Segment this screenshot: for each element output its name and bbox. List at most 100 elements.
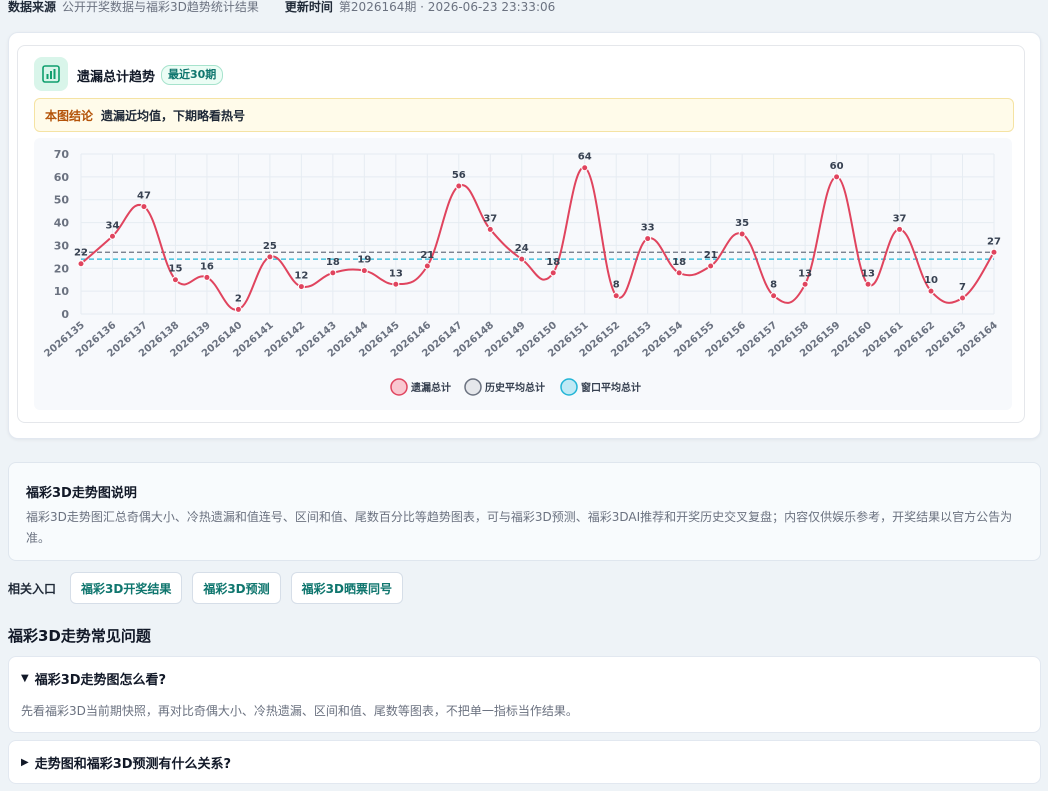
y-tick-label: 10 <box>54 285 70 298</box>
update-value: 第2026164期 · 2026-06-23 23:33:06 <box>338 0 556 14</box>
data-label: 64 <box>578 152 592 163</box>
data-point <box>896 225 904 233</box>
data-point <box>234 305 242 313</box>
data-label: 19 <box>357 255 371 266</box>
conclusion-banner: 本图结论 遗漏近均值，下期略看热号 <box>34 98 1014 132</box>
collapsed-arrow-icon: ▶ <box>21 757 29 768</box>
data-point <box>329 269 337 277</box>
expanded-arrow-icon: ▼ <box>21 673 29 684</box>
update-label: 更新时间 <box>284 0 333 14</box>
data-label: 35 <box>735 218 749 229</box>
y-tick-label: 0 <box>61 308 69 321</box>
data-label: 37 <box>483 213 497 224</box>
data-point <box>518 255 526 263</box>
y-tick-label: 50 <box>54 194 70 207</box>
y-tick-label: 70 <box>54 148 70 161</box>
y-tick-label: 20 <box>54 262 70 275</box>
data-point <box>297 283 305 291</box>
period-badge: 最近30期 <box>161 65 224 85</box>
data-label: 15 <box>168 264 182 275</box>
data-label: 2 <box>235 293 242 304</box>
data-point <box>738 230 746 238</box>
link-shared-tickets[interactable]: 福彩3D晒票同号 <box>290 572 403 604</box>
y-tick-label: 30 <box>54 239 70 252</box>
data-point <box>549 269 557 277</box>
faq-item: ▶ 走势图和福彩3D预测有什么关系? <box>8 740 1041 784</box>
data-label: 16 <box>200 261 214 272</box>
data-label: 34 <box>106 220 120 231</box>
data-label: 56 <box>452 170 466 181</box>
data-label: 18 <box>672 257 686 268</box>
data-label: 24 <box>515 243 529 254</box>
data-point <box>864 280 872 288</box>
related-label: 相关入口 <box>8 581 57 596</box>
data-label: 18 <box>546 257 560 268</box>
conclusion-label: 本图结论 <box>45 108 94 123</box>
data-point <box>707 262 715 270</box>
legend-swatch <box>464 378 482 396</box>
data-label: 13 <box>861 268 875 279</box>
data-point <box>392 280 400 288</box>
link-prediction[interactable]: 福彩3D预测 <box>192 572 281 604</box>
data-point <box>171 276 179 284</box>
data-point <box>675 269 683 277</box>
legend-label: 遗漏总计 <box>410 381 451 394</box>
legend-label: 窗口平均总计 <box>581 381 641 394</box>
data-point <box>423 262 431 270</box>
data-label: 8 <box>613 280 620 291</box>
y-tick-label: 40 <box>54 217 70 230</box>
faq-question-text: 走势图和福彩3D预测有什么关系? <box>34 757 232 772</box>
data-label: 33 <box>641 223 655 234</box>
data-point <box>455 182 463 190</box>
data-label: 8 <box>770 280 777 291</box>
data-label: 27 <box>987 236 1001 247</box>
faq-question-text: 福彩3D走势图怎么看? <box>34 673 167 688</box>
data-label: 60 <box>830 161 844 172</box>
y-tick-label: 60 <box>54 171 70 184</box>
data-point <box>203 273 211 281</box>
legend-swatch <box>560 378 578 396</box>
faq-answer: 先看福彩3D当前期快照，再对比奇偶大小、冷热遗漏、区间和值、尾数等图表，不把单一… <box>21 704 578 718</box>
related-links: 相关入口 福彩3D开奖结果 福彩3D预测 福彩3D晒票同号 <box>8 572 403 604</box>
data-label: 10 <box>924 275 938 286</box>
legend-swatch <box>390 378 408 396</box>
data-point <box>486 225 494 233</box>
conclusion-text: 遗漏近均值，下期略看热号 <box>101 108 246 123</box>
link-results[interactable]: 福彩3D开奖结果 <box>70 572 183 604</box>
data-label: 12 <box>294 271 308 282</box>
description-title: 福彩3D走势图说明 <box>26 486 137 501</box>
data-point <box>927 287 935 295</box>
meta-bar: 数据来源 公开开奖数据与福彩3D趋势统计结果 更新时间 第2026164期 · … <box>8 0 555 14</box>
data-label: 22 <box>74 248 88 259</box>
data-point <box>77 260 85 268</box>
data-label: 7 <box>959 282 966 293</box>
chart-title: 遗漏总计趋势 <box>77 70 156 85</box>
chart-area: 0 10 20 30 40 50 60 70 2026135 2026136 2026137 2026… <box>34 138 1012 410</box>
data-label: 47 <box>137 191 151 202</box>
data-point <box>644 235 652 243</box>
line-chart: 0102030405060702026135202613620261372026… <box>43 148 1001 396</box>
data-point <box>990 248 998 256</box>
data-point <box>581 164 589 172</box>
legend-label: 历史平均总计 <box>485 381 545 394</box>
data-label: 25 <box>263 241 277 252</box>
data-point <box>801 280 809 288</box>
data-label: 18 <box>326 257 340 268</box>
data-point <box>959 294 967 302</box>
data-point <box>770 292 778 300</box>
data-label: 13 <box>389 268 403 279</box>
faq-question[interactable]: ▶ 走势图和福彩3D预测有什么关系? <box>21 753 231 772</box>
data-label: 21 <box>420 250 434 261</box>
data-label: 13 <box>798 268 812 279</box>
data-label: 37 <box>893 213 907 224</box>
data-label: 21 <box>704 250 718 261</box>
faq-heading: 福彩3D走势常见问题 <box>8 627 151 645</box>
data-point <box>612 292 620 300</box>
data-point <box>266 253 274 261</box>
faq-question[interactable]: ▼ 福彩3D走势图怎么看? <box>21 669 166 688</box>
data-point <box>108 232 116 240</box>
faq-item: ▼ 福彩3D走势图怎么看? 先看福彩3D当前期快照，再对比奇偶大小、冷热遗漏、区… <box>8 656 1041 733</box>
source-label: 数据来源 <box>8 0 57 14</box>
description-text: 福彩3D走势图汇总奇偶大小、冷热遗漏和值连号、区间和值、尾数百分比等趋势图表，可… <box>26 510 1013 545</box>
data-point <box>140 203 148 211</box>
